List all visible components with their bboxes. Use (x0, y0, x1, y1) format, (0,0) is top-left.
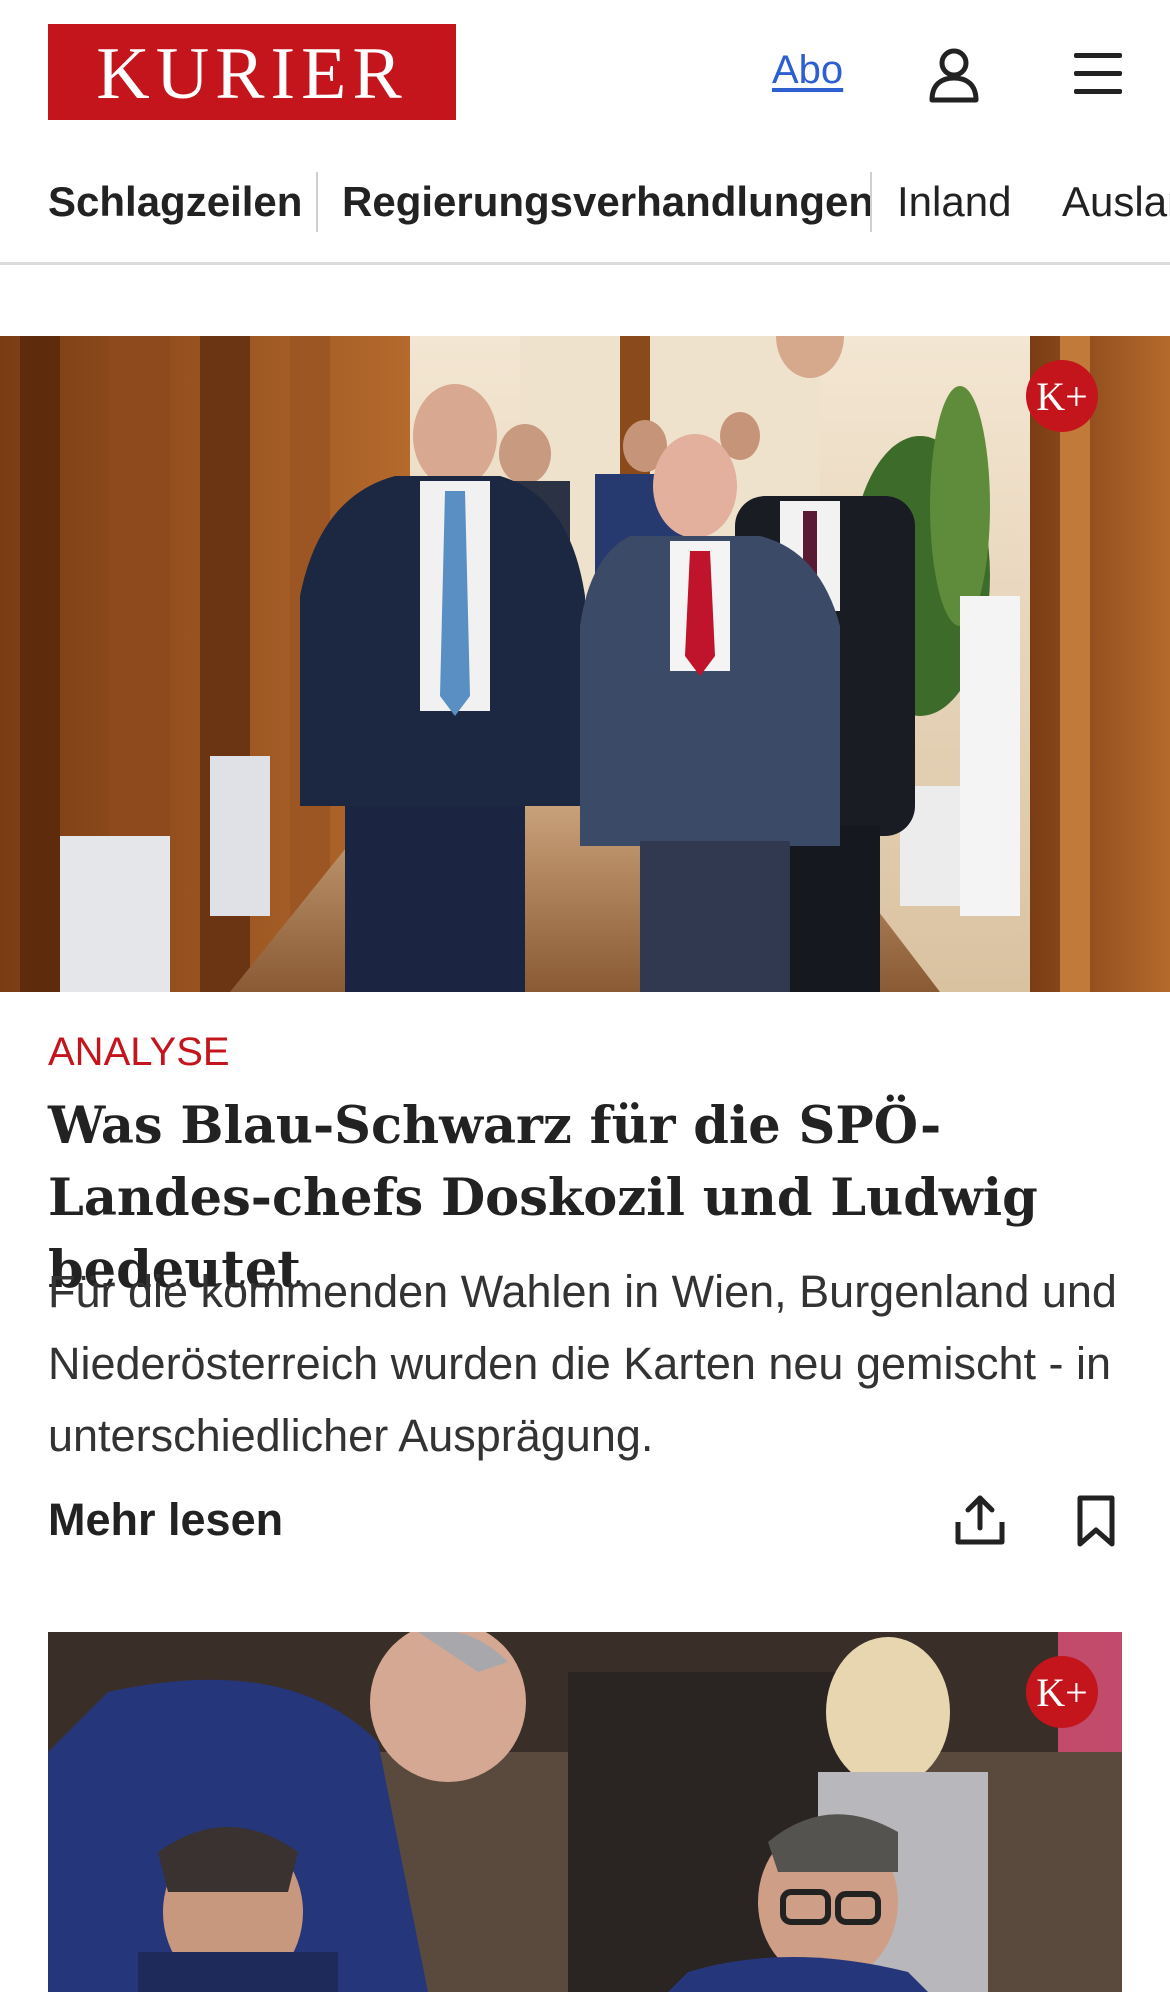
nav-item-schlagzeilen[interactable]: Schlagzeilen (48, 178, 302, 226)
parliament-photo (48, 1632, 1122, 1992)
hamburger-menu-icon[interactable] (1068, 44, 1128, 104)
premium-badge: K+ (1026, 360, 1098, 432)
read-more-link[interactable]: Mehr lesen (48, 1494, 283, 1546)
nav-item-regierungsverhandlungen[interactable]: Regierungsverhandlungen (342, 178, 874, 226)
premium-badge: K+ (1026, 1656, 1098, 1728)
hallway-photo (0, 336, 1170, 992)
kurier-logo[interactable]: KURIER (48, 24, 456, 120)
article-hero-image[interactable]: K+ (48, 1632, 1122, 1992)
user-icon[interactable] (924, 44, 984, 104)
bookmark-icon[interactable] (1066, 1490, 1126, 1550)
abo-link[interactable]: Abo (772, 48, 843, 93)
section-nav: Schlagzeilen Regierungsverhandlungen Inl… (0, 160, 1170, 265)
site-header: KURIER Abo (0, 0, 1170, 140)
article-hero-image[interactable]: K+ (0, 336, 1170, 992)
nav-item-inland[interactable]: Inland (897, 178, 1011, 226)
nav-item-ausland[interactable]: Ausland (1062, 178, 1170, 226)
article-teaser: Für die kommenden Wahlen in Wien, Burgen… (48, 1266, 1117, 1461)
nav-divider (870, 172, 872, 232)
share-icon[interactable] (950, 1490, 1010, 1550)
nav-divider (316, 172, 318, 232)
article-kicker: ANALYSE (48, 1030, 230, 1074)
